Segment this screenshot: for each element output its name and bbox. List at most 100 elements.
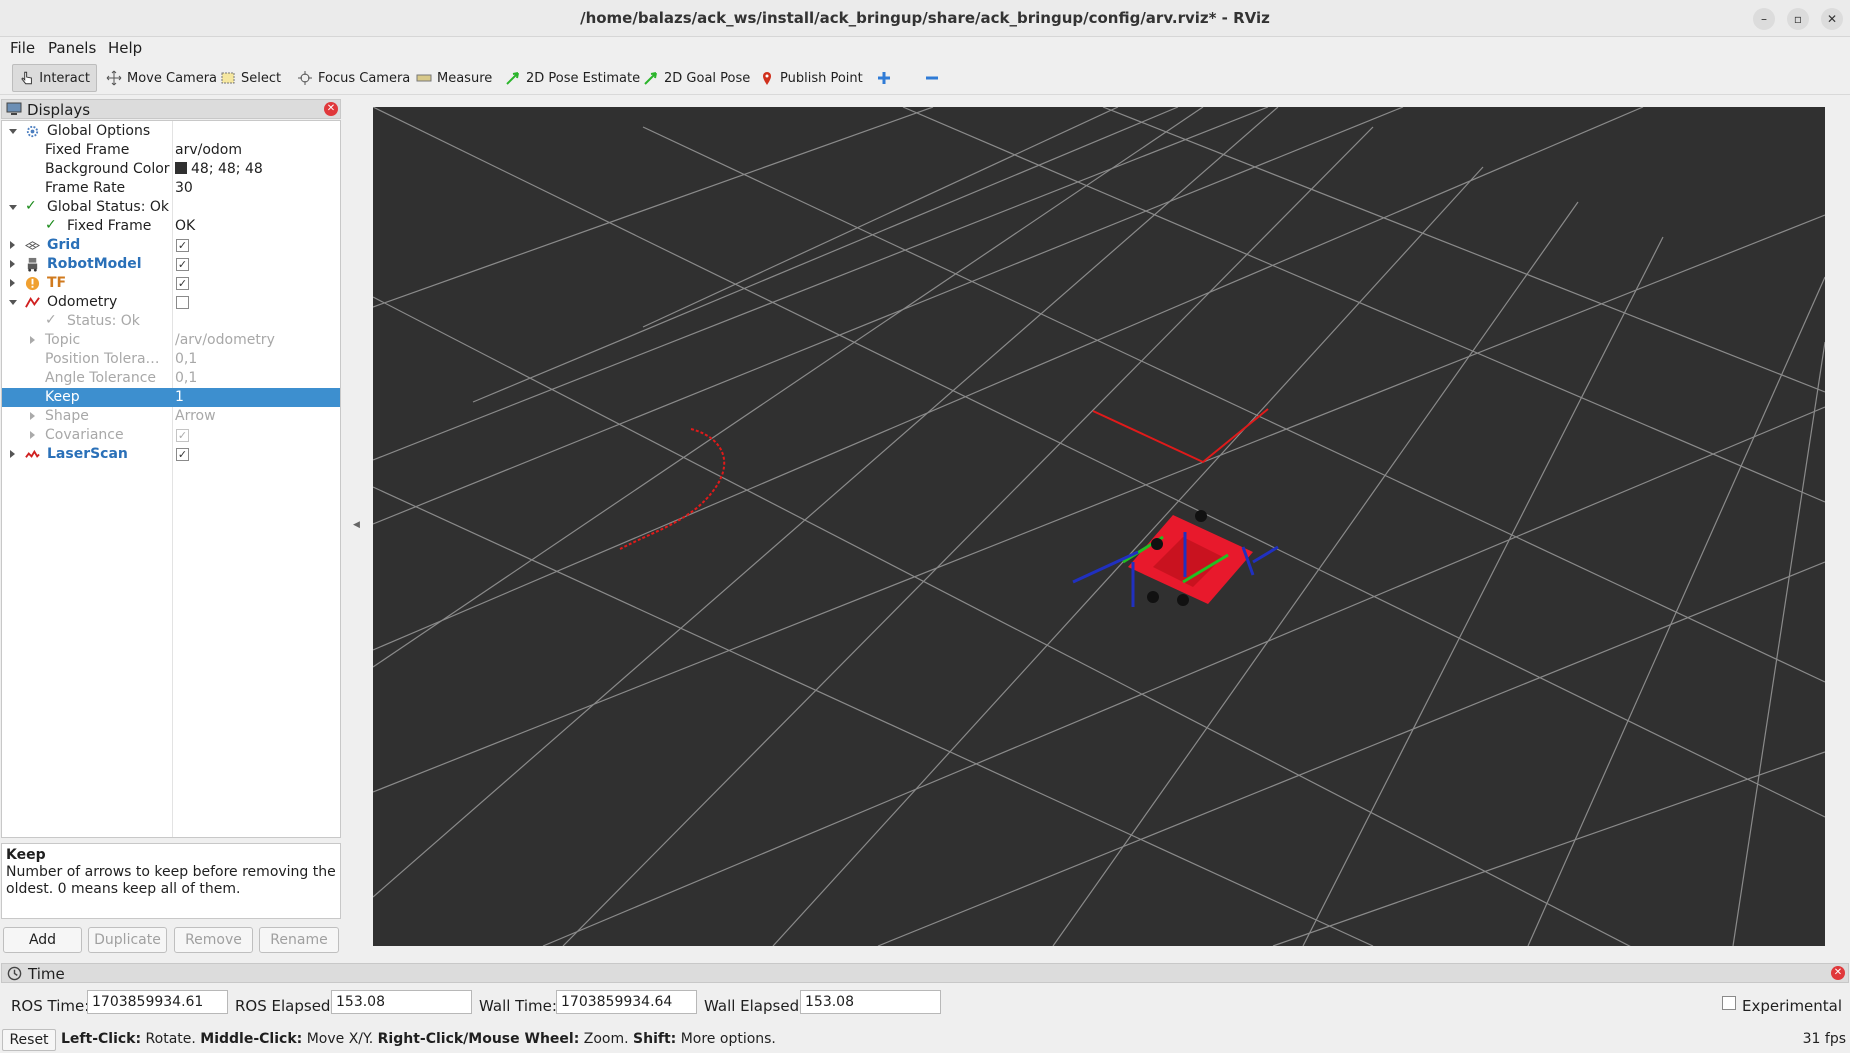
tree-row-position-tolerance[interactable]: Position Tolera… 0,1 [2,350,340,369]
focus-camera-tool[interactable]: Focus Camera [291,64,416,92]
expand-arrow-icon[interactable] [30,336,35,344]
interact-tool[interactable]: Interact [12,64,97,92]
add-tool-button[interactable] [870,64,898,92]
expand-arrow-icon[interactable] [9,129,17,134]
duplicate-display-button[interactable]: Duplicate [88,927,167,953]
tree-row-odom-status[interactable]: ✓ Status: Ok [2,312,340,331]
wall-elapsed-field[interactable]: 153.08 [800,990,941,1014]
expand-arrow-icon[interactable] [10,241,15,249]
tree-row-frame-rate[interactable]: Frame Rate 30 [2,179,340,198]
warning-icon [25,276,40,291]
close-window-button[interactable]: ✕ [1821,8,1843,30]
ros-time-field[interactable]: 1703859934.61 [87,990,228,1014]
robot-model-checkbox[interactable]: ✓ [176,258,189,271]
minimize-button[interactable]: – [1753,8,1775,30]
maximize-button[interactable]: ▫ [1787,8,1809,30]
clock-icon [7,966,22,981]
splitter-left-handle[interactable]: ◀ [353,520,360,530]
tf-checkbox[interactable]: ✓ [176,277,189,290]
experimental-checkbox[interactable] [1722,996,1736,1010]
pose-estimate-tool[interactable]: 2D Pose Estimate [499,64,646,92]
fps-counter: 31 fps [1802,1031,1846,1047]
odometry-checkbox[interactable] [176,296,189,309]
angle-tolerance-label: Angle Tolerance [45,370,157,386]
wall-time-field[interactable]: 1703859934.64 [556,990,697,1014]
close-panel-icon[interactable]: ✕ [1831,966,1845,980]
tree-row-keep[interactable]: Keep 1 [2,388,340,407]
tree-row-fixed-frame[interactable]: Fixed Frame arv/odom [2,141,340,160]
remove-tool-button[interactable] [918,64,946,92]
add-display-button[interactable]: Add [3,927,82,953]
hint-middle-key: Middle-Click: [200,1031,303,1047]
menu-file[interactable]: File [10,39,35,57]
expand-arrow-icon[interactable] [30,412,35,420]
tree-row-odometry[interactable]: Odometry [2,293,340,312]
ros-elapsed-field[interactable]: 153.08 [331,990,472,1014]
select-tool[interactable]: Select [214,64,287,92]
ruler-icon [416,74,432,82]
laser-scan-checkbox[interactable]: ✓ [176,448,189,461]
scene-canvas[interactable] [373,107,1825,946]
keep-value[interactable]: 1 [175,389,184,405]
expand-arrow-icon[interactable] [9,300,17,305]
expand-arrow-icon[interactable] [10,260,15,268]
move-arrows-icon [106,70,122,86]
reset-button[interactable]: Reset [2,1029,56,1051]
focus-camera-label: Focus Camera [318,70,411,86]
close-panel-icon[interactable]: ✕ [324,102,338,116]
frame-rate-label: Frame Rate [45,180,126,196]
hint-right-value: Zoom. [579,1031,634,1047]
angle-tolerance-value[interactable]: 0,1 [175,370,197,386]
move-camera-tool[interactable]: Move Camera [100,64,223,92]
tree-row-topic[interactable]: Topic /arv/odometry [2,331,340,350]
global-status-label: Global Status: Ok [47,199,170,215]
frame-rate-value[interactable]: 30 [175,180,193,196]
odom-status-label: Status: Ok [67,313,140,329]
odometry-icon [25,296,40,308]
select-label: Select [241,70,282,86]
tree-row-global-status[interactable]: ✓ Global Status: Ok [2,198,340,217]
tree-row-angle-tolerance[interactable]: Angle Tolerance 0,1 [2,369,340,388]
time-panel-title: Time [28,965,65,983]
covariance-checkbox[interactable]: ✓ [176,429,189,442]
tree-row-tf[interactable]: TF ✓ [2,274,340,293]
grid-label: Grid [47,237,81,253]
tree-row-shape[interactable]: Shape Arrow [2,407,340,426]
background-color-value[interactable]: 48; 48; 48 [175,161,263,177]
hint-left-key: Left-Click: [61,1031,142,1047]
gear-icon [26,125,39,138]
status-fixed-frame-value: OK [175,218,196,234]
wall-elapsed-label: Wall Elapsed: [704,997,805,1015]
expand-arrow-icon[interactable] [10,279,15,287]
tree-row-grid[interactable]: Grid ✓ [2,236,340,255]
crosshair-icon [298,71,312,85]
status-fixed-frame-label: Fixed Frame [67,218,152,234]
checkmark-icon: ✓ [45,217,57,233]
expand-arrow-icon[interactable] [9,205,17,210]
expand-arrow-icon[interactable] [30,431,35,439]
goal-pose-tool[interactable]: 2D Goal Pose [637,64,756,92]
publish-point-tool[interactable]: Publish Point [753,64,869,92]
tree-row-global-options[interactable]: Global Options [2,122,340,141]
measure-tool[interactable]: Measure [410,64,498,92]
tree-row-status-fixed-frame[interactable]: ✓ Fixed Frame OK [2,217,340,236]
expand-arrow-icon[interactable] [10,450,15,458]
select-box-icon [221,72,235,84]
tree-row-background-color[interactable]: Background Color 48; 48; 48 [2,160,340,179]
remove-display-button[interactable]: Remove [174,927,253,953]
fixed-frame-value[interactable]: arv/odom [175,142,242,158]
render-3d-view[interactable] [373,107,1825,946]
hint-shift-value: More options. [676,1031,776,1047]
menu-help[interactable]: Help [108,39,142,57]
tree-row-laser-scan[interactable]: LaserScan ✓ [2,445,340,464]
position-tolerance-value[interactable]: 0,1 [175,351,197,367]
laser-scan-icon [25,449,40,458]
menu-panels[interactable]: Panels [48,39,96,57]
tree-row-robot-model[interactable]: RobotModel ✓ [2,255,340,274]
topic-value[interactable]: /arv/odometry [175,332,275,348]
grid-checkbox[interactable]: ✓ [176,239,189,252]
shape-value[interactable]: Arrow [175,408,216,424]
map-pin-icon [763,72,771,85]
tree-row-covariance[interactable]: Covariance ✓ [2,426,340,445]
rename-display-button[interactable]: Rename [259,927,339,953]
